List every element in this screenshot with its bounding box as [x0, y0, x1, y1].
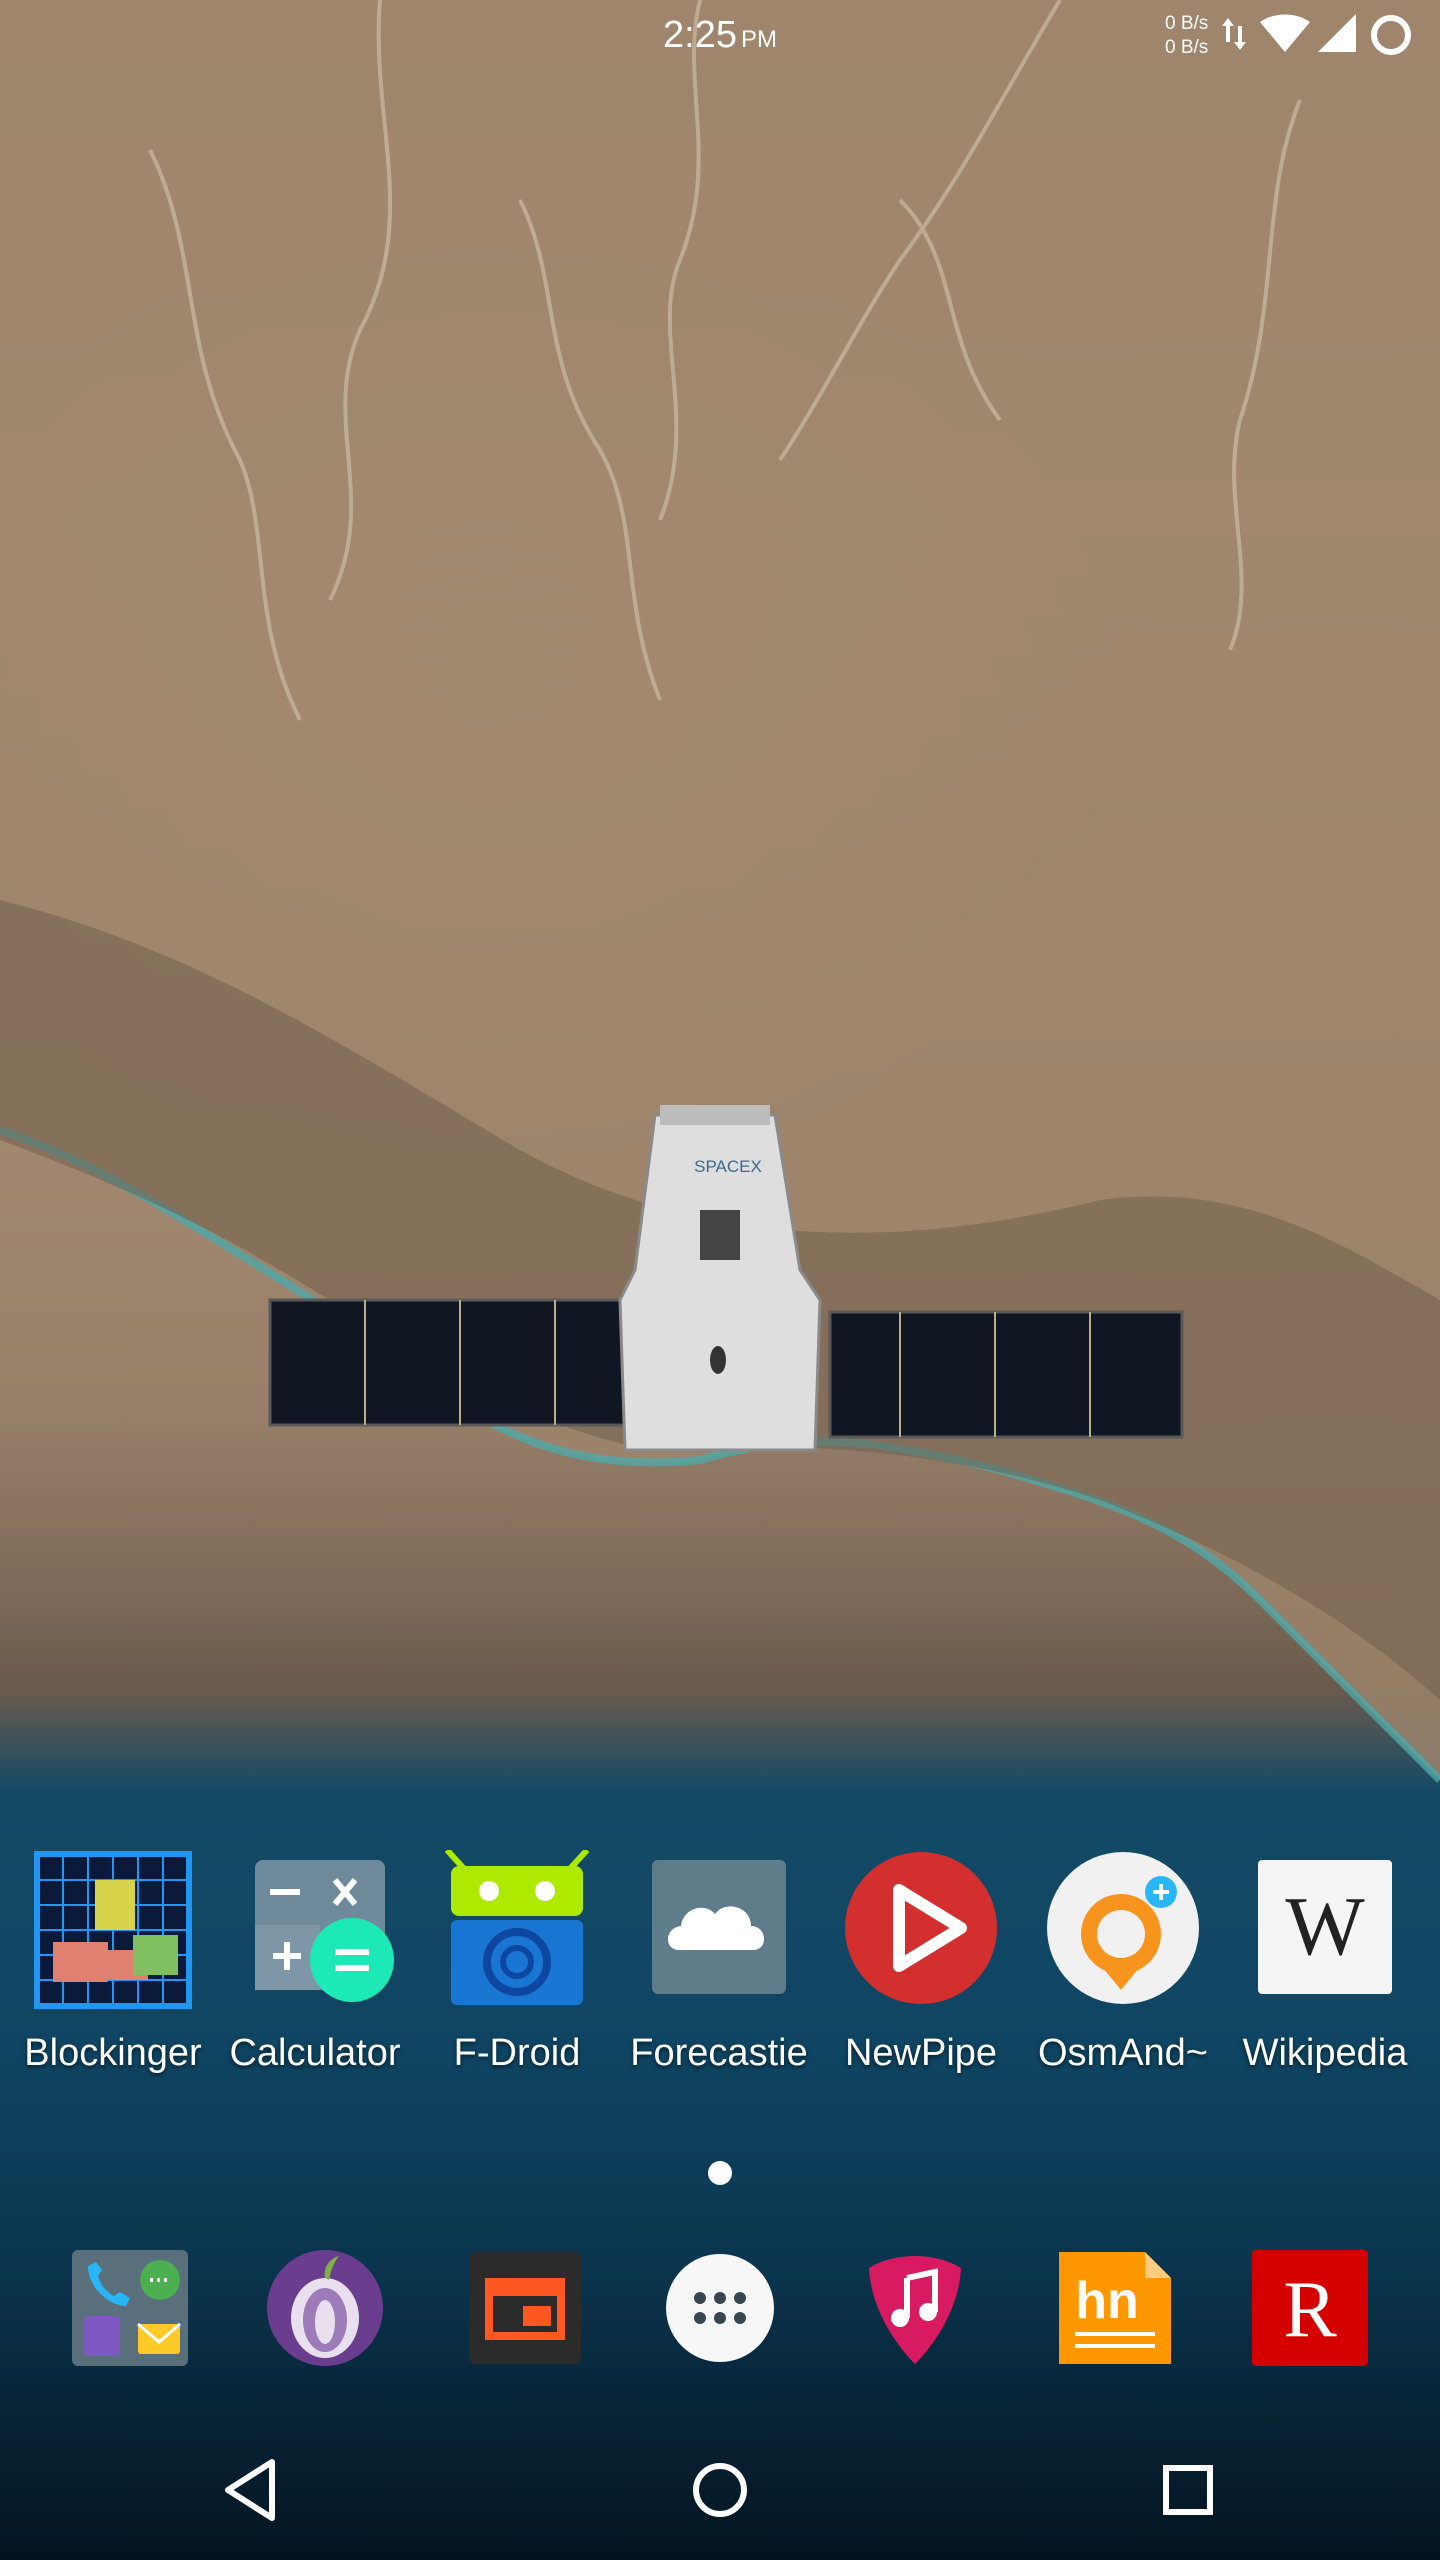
app-label: Calculator [229, 2032, 401, 2074]
wikipedia-glyph: W [1258, 1860, 1392, 1994]
net-up-speed: 0 B/s [1165, 13, 1209, 34]
dock-folder[interactable] [70, 2248, 190, 2368]
app-wikipedia[interactable]: W Wikipedia [1227, 1850, 1423, 2075]
signal-icon [1318, 14, 1356, 52]
recents-icon[interactable] [1148, 2450, 1228, 2530]
clock-ampm: PM [740, 26, 777, 53]
dock-reddit-r[interactable]: R [1250, 2248, 1370, 2368]
folder-icon [72, 2250, 188, 2366]
net-down-speed: 0 B/s [1165, 37, 1209, 58]
app-blockinger[interactable]: Blockinger [15, 1850, 211, 2075]
wikipedia-icon: W [1245, 1850, 1405, 2010]
app-newpipe[interactable]: NewPipe [823, 1850, 1019, 2075]
play-icon [841, 1850, 1001, 2010]
cloud-icon [639, 1850, 799, 2010]
clock-time: 2:25 [663, 14, 737, 56]
dock-hacker-news[interactable]: hn [1055, 2248, 1175, 2368]
home-icon[interactable] [680, 2450, 760, 2530]
page-indicator [708, 2161, 732, 2185]
onion-icon [267, 2250, 383, 2366]
r-glyph: R [1283, 2266, 1337, 2354]
navigation-bar [0, 2420, 1440, 2560]
data-transfer-icon [1222, 18, 1246, 50]
dock-reader[interactable] [465, 2248, 585, 2368]
r-icon: R [1252, 2250, 1368, 2366]
spacecraft-label: SPACEX [694, 1157, 762, 1176]
dock-music[interactable] [855, 2248, 975, 2368]
fdroid-icon [437, 1847, 597, 2010]
status-bar: 2:25 PM 0 B/s 0 B/s [0, 0, 1440, 72]
app-label: F-Droid [453, 2032, 581, 2074]
wifi-icon [1260, 14, 1310, 52]
app-forecastie[interactable]: Forecastie [621, 1850, 817, 2075]
app-label: OsmAnd~ [1037, 2032, 1209, 2074]
back-icon[interactable] [210, 2450, 290, 2530]
hn-glyph: hn [1075, 2272, 1139, 2330]
map-pin-icon [1043, 1850, 1203, 2010]
battery-icon [1371, 15, 1411, 55]
app-osmand[interactable]: OsmAnd~ [1025, 1850, 1221, 2075]
window-icon [469, 2252, 581, 2364]
app-label: Forecastie [630, 2032, 808, 2074]
app-label: Blockinger [24, 2032, 202, 2074]
dock-tor-browser[interactable] [265, 2248, 385, 2368]
dock-app-drawer[interactable] [660, 2248, 780, 2368]
guitar-pick-music-icon [869, 2256, 961, 2364]
app-label: NewPipe [844, 2032, 998, 2074]
hn-icon: hn [1059, 2252, 1171, 2364]
calculator-icon [235, 1850, 395, 2010]
network-speed: 0 B/s 0 B/s [1165, 12, 1208, 60]
app-label: Wikipedia [1242, 2032, 1408, 2074]
app-drawer-icon [666, 2254, 774, 2362]
blockinger-icon [33, 1850, 193, 2010]
app-calculator[interactable]: Calculator [217, 1850, 413, 2075]
app-fdroid[interactable]: F-Droid [419, 1847, 615, 2075]
